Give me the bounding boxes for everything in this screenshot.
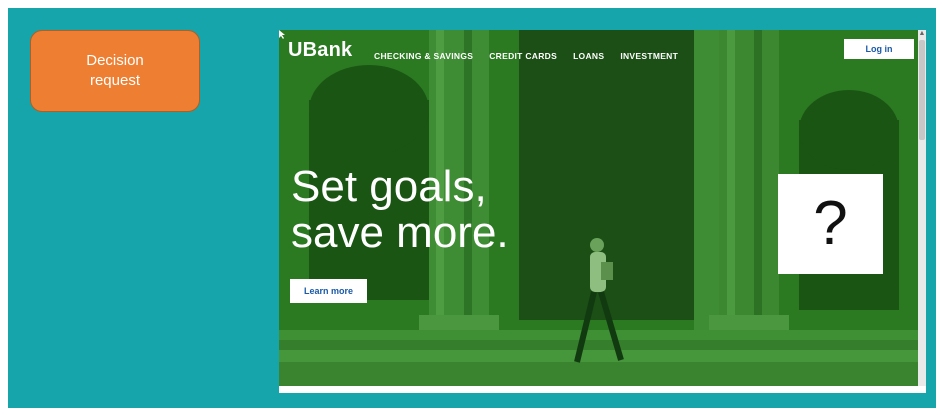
login-button[interactable]: Log in: [844, 39, 914, 59]
main-menu: CHECKING & SAVINGS CREDIT CARDS LOANS IN…: [374, 51, 678, 61]
website-screenshot: UBank CHECKING & SAVINGS CREDIT CARDS LO…: [279, 30, 926, 393]
page-scrollbar[interactable]: ▲: [918, 30, 926, 386]
nav-checking-savings[interactable]: CHECKING & SAVINGS: [374, 51, 473, 61]
bank-logo[interactable]: UBank: [288, 39, 352, 62]
hero-banner: UBank CHECKING & SAVINGS CREDIT CARDS LO…: [279, 30, 926, 386]
nav-loans[interactable]: LOANS: [573, 51, 604, 61]
scroll-up-icon[interactable]: ▲: [918, 30, 926, 38]
scroll-thumb[interactable]: [919, 40, 925, 140]
nav-credit-cards[interactable]: CREDIT CARDS: [489, 51, 557, 61]
decision-request-box: Decision request: [30, 30, 200, 112]
learn-more-button[interactable]: Learn more: [290, 279, 367, 303]
mouse-cursor-icon: [279, 30, 285, 39]
site-navbar: UBank CHECKING & SAVINGS CREDIT CARDS LO…: [279, 30, 918, 80]
question-mark-box: ?: [778, 174, 883, 274]
hero-headline: Set goals, save more.: [291, 162, 509, 257]
nav-investment[interactable]: INVESTMENT: [620, 51, 678, 61]
